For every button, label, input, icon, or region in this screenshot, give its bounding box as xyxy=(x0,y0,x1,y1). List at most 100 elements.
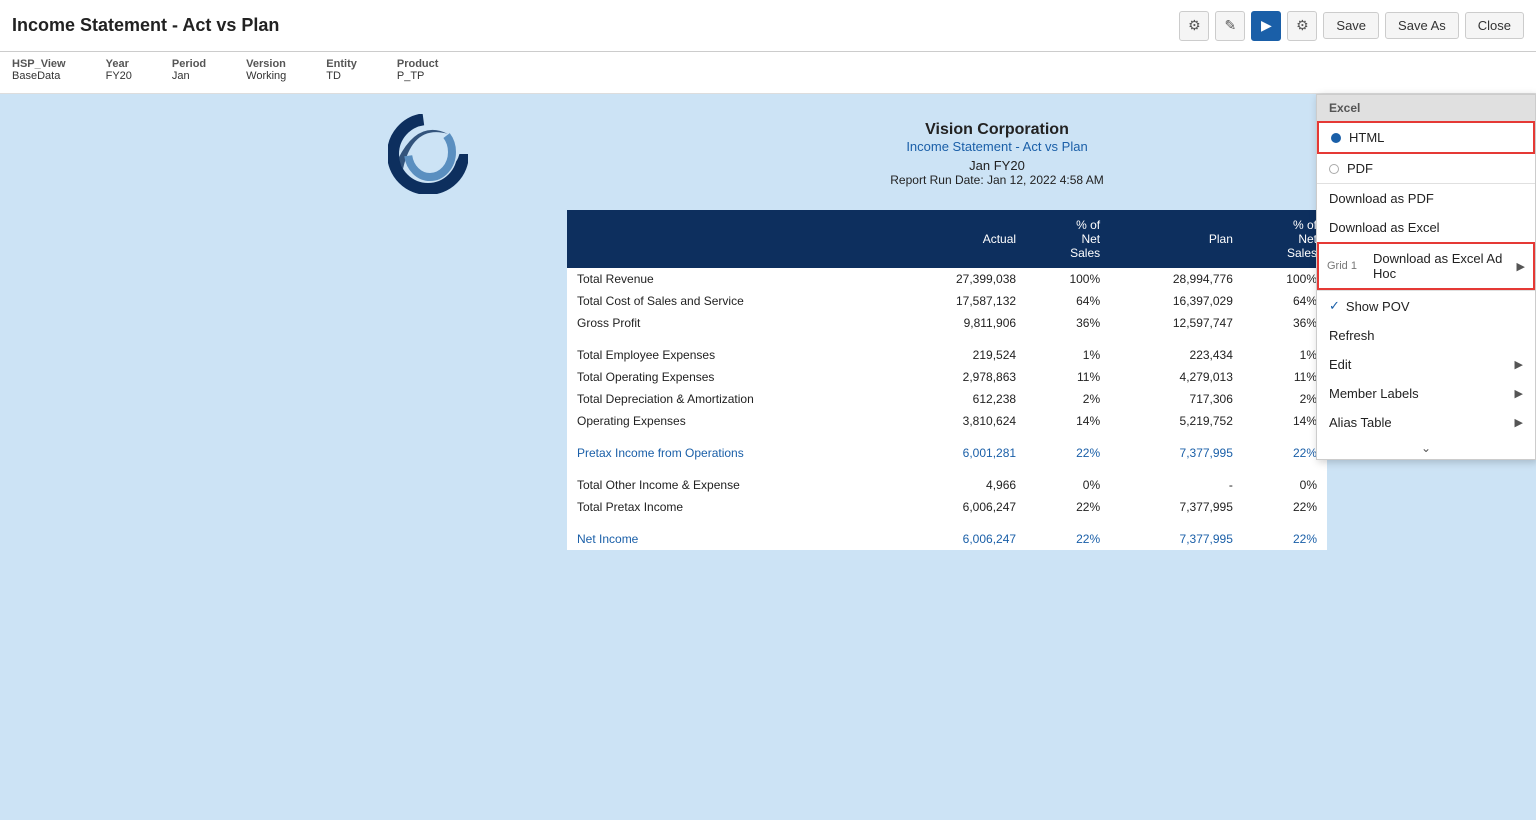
dropdown-item-download-pdf-label: Download as PDF xyxy=(1329,191,1434,206)
col-header-actual: Actual xyxy=(893,210,1026,268)
dropdown-item-member-labels[interactable]: Member Labels ▶ xyxy=(1317,379,1535,408)
left-panel xyxy=(0,94,358,820)
table-row-pct-actual: 36% xyxy=(1026,312,1110,334)
table-row-label: Total Other Income & Expense xyxy=(567,474,893,496)
dropdown-item-show-pov-label: Show POV xyxy=(1346,299,1410,314)
dropdown-item-download-excel-adhoc[interactable]: Download as Excel Ad Hoc ▶ xyxy=(1365,244,1533,288)
table-row: Total Pretax Income 6,006,247 22% 7,377,… xyxy=(567,496,1327,518)
chevron-down-icon[interactable]: ⌄ xyxy=(1317,437,1535,459)
radio-html-icon xyxy=(1331,133,1341,143)
col-header-plan: Plan xyxy=(1110,210,1243,268)
save-as-button[interactable]: Save As xyxy=(1385,12,1459,39)
table-row-pct-plan: 36% xyxy=(1243,312,1327,334)
dropdown-item-download-pdf[interactable]: Download as PDF xyxy=(1317,184,1535,213)
table-row-pct-actual: 100% xyxy=(1026,268,1110,290)
table-row xyxy=(567,334,1327,344)
table-row-pct-actual: 1% xyxy=(1026,344,1110,366)
dropdown-item-download-excel-adhoc-label: Download as Excel Ad Hoc xyxy=(1373,251,1517,281)
table-row-actual: 6,001,281 xyxy=(893,442,1026,464)
table-row-label: Gross Profit xyxy=(567,312,893,334)
table-row xyxy=(567,464,1327,474)
table-row: Operating Expenses 3,810,624 14% 5,219,7… xyxy=(567,410,1327,432)
dropdown-item-html-label: HTML xyxy=(1349,130,1384,145)
dropdown-item-edit[interactable]: Edit ▶ xyxy=(1317,350,1535,379)
table-row-plan: 4,279,013 xyxy=(1110,366,1243,388)
table-row-actual: 219,524 xyxy=(893,344,1026,366)
table-row-label: Net Income xyxy=(567,528,893,550)
dropdown-item-download-excel[interactable]: Download as Excel xyxy=(1317,213,1535,242)
pov-product: Product P_TP xyxy=(397,58,439,82)
gear-icon[interactable]: ⚙ xyxy=(1287,11,1317,41)
settings-icon[interactable]: ⚙ xyxy=(1179,11,1209,41)
table-row-actual: 3,810,624 xyxy=(893,410,1026,432)
report-table: Actual % ofNetSales Plan % ofNetSales To… xyxy=(567,210,1327,550)
table-row-plan: 16,397,029 xyxy=(1110,290,1243,312)
radio-pdf-icon xyxy=(1329,164,1339,174)
save-button[interactable]: Save xyxy=(1323,12,1379,39)
table-row-actual: 612,238 xyxy=(893,388,1026,410)
dropdown-item-member-labels-label: Member Labels xyxy=(1329,386,1419,401)
table-row: Total Operating Expenses 2,978,863 11% 4… xyxy=(567,366,1327,388)
col-header-pct-actual: % ofNetSales xyxy=(1026,210,1110,268)
table-row-plan: 7,377,995 xyxy=(1110,442,1243,464)
table-row-pct-plan: 22% xyxy=(1243,528,1327,550)
col-header-label xyxy=(567,210,893,268)
table-row-pct-actual: 11% xyxy=(1026,366,1110,388)
dropdown-item-alias-table-label: Alias Table xyxy=(1329,415,1392,430)
table-row-pct-actual: 22% xyxy=(1026,496,1110,518)
table-row-pct-plan: 0% xyxy=(1243,474,1327,496)
table-row-pct-plan: 2% xyxy=(1243,388,1327,410)
dropdown-item-pdf[interactable]: PDF xyxy=(1317,154,1535,183)
table-row-label: Pretax Income from Operations xyxy=(567,442,893,464)
close-button[interactable]: Close xyxy=(1465,12,1524,39)
table-row: Total Depreciation & Amortization 612,23… xyxy=(567,388,1327,410)
table-row: Gross Profit 9,811,906 36% 12,597,747 36… xyxy=(567,312,1327,334)
pov-hsp-view: HSP_View BaseData xyxy=(12,58,66,82)
table-row: Total Other Income & Expense 4,966 0% - … xyxy=(567,474,1327,496)
dropdown-item-edit-label: Edit xyxy=(1329,357,1351,372)
dropdown-item-alias-table[interactable]: Alias Table ▶ xyxy=(1317,408,1535,437)
table-row-pct-actual: 22% xyxy=(1026,442,1110,464)
table-row-actual: 2,978,863 xyxy=(893,366,1026,388)
table-row-label: Total Cost of Sales and Service xyxy=(567,290,893,312)
table-row-actual: 27,399,038 xyxy=(893,268,1026,290)
table-row: Total Revenue 27,399,038 100% 28,994,776… xyxy=(567,268,1327,290)
table-row-actual: 6,006,247 xyxy=(893,496,1026,518)
edit-pencil-icon[interactable]: ✎ xyxy=(1215,11,1245,41)
table-row-pct-actual: 0% xyxy=(1026,474,1110,496)
table-row-label: Total Operating Expenses xyxy=(567,366,893,388)
table-row-plan: 28,994,776 xyxy=(1110,268,1243,290)
arrow-edit-icon: ▶ xyxy=(1515,358,1523,371)
table-row xyxy=(567,518,1327,528)
header-actions: ⚙ ✎ ▶ ⚙ Save Save As Close xyxy=(1179,11,1524,41)
table-row-label: Total Pretax Income xyxy=(567,496,893,518)
table-row-pct-plan: 22% xyxy=(1243,496,1327,518)
play-icon[interactable]: ▶ xyxy=(1251,11,1281,41)
table-row-label: Total Depreciation & Amortization xyxy=(567,388,893,410)
table-row-pct-actual: 64% xyxy=(1026,290,1110,312)
table-row-pct-actual: 22% xyxy=(1026,528,1110,550)
table-row-plan: 717,306 xyxy=(1110,388,1243,410)
company-logo xyxy=(388,114,468,194)
table-row-label: Total Revenue xyxy=(567,268,893,290)
pov-entity: Entity TD xyxy=(326,58,357,82)
table-row-pct-plan: 1% xyxy=(1243,344,1327,366)
dropdown-item-refresh-label: Refresh xyxy=(1329,328,1375,343)
table-row-pct-actual: 2% xyxy=(1026,388,1110,410)
table-row-pct-plan: 100% xyxy=(1243,268,1327,290)
arrow-member-labels-icon: ▶ xyxy=(1515,387,1523,400)
dropdown-item-refresh[interactable]: Refresh xyxy=(1317,321,1535,350)
table-row: Total Employee Expenses 219,524 1% 223,4… xyxy=(567,344,1327,366)
pov-year: Year FY20 xyxy=(106,58,132,82)
dropdown-panel: Excel HTML PDF Download as PDF Download … xyxy=(1316,94,1536,460)
table-row-pct-plan: 11% xyxy=(1243,366,1327,388)
table-row-pct-plan: 22% xyxy=(1243,442,1327,464)
dropdown-item-show-pov[interactable]: ✓ Show POV xyxy=(1317,291,1535,321)
checkmark-icon: ✓ xyxy=(1329,298,1340,314)
table-row-pct-actual: 14% xyxy=(1026,410,1110,432)
pov-version: Version Working xyxy=(246,58,286,82)
table-row: Total Cost of Sales and Service 17,587,1… xyxy=(567,290,1327,312)
dropdown-item-html[interactable]: HTML xyxy=(1317,121,1535,154)
table-row-label: Operating Expenses xyxy=(567,410,893,432)
table-row-plan: 7,377,995 xyxy=(1110,496,1243,518)
